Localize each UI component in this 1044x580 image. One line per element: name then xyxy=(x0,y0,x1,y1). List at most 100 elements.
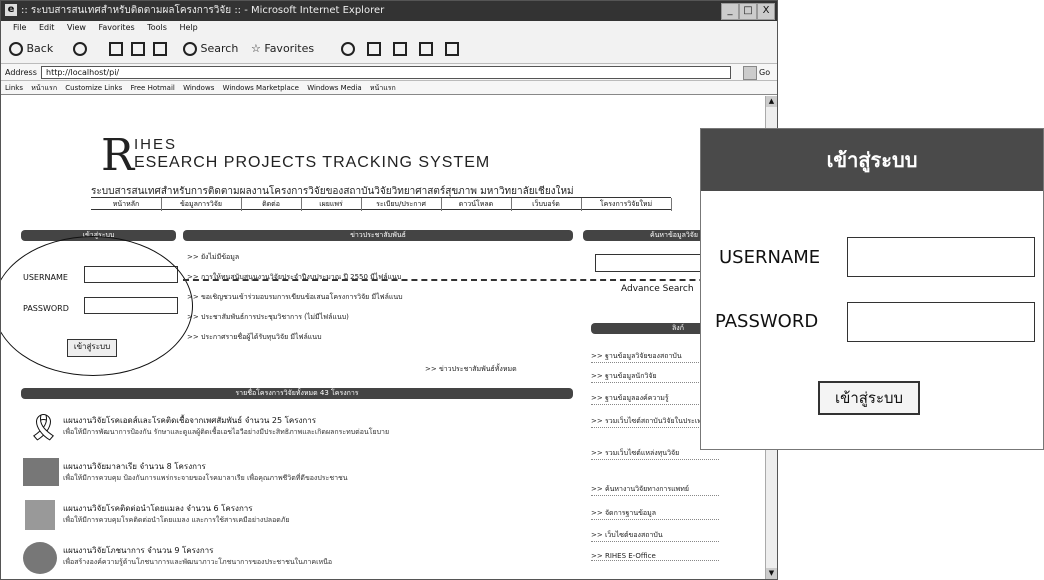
forward-arrow-icon xyxy=(73,42,87,56)
mail-button[interactable] xyxy=(367,40,381,58)
favorites-button[interactable]: ☆ Favorites xyxy=(251,40,314,58)
highlight-circle xyxy=(1,236,193,376)
projects-header: รายชื่อโครงการวิจัยทั้งหมด 43 โครงการ xyxy=(21,388,573,399)
address-label: Address xyxy=(5,68,37,77)
link-item[interactable]: Windows Media xyxy=(307,84,362,92)
links-bar: Links หน้าแรก Customize Links Free Hotma… xyxy=(1,81,777,95)
nav-contact[interactable]: ติดต่อ xyxy=(241,198,302,211)
site-logo-bottom: ESEARCH PROJECTS TRACKING SYSTEM xyxy=(134,154,491,171)
zoom-username-input[interactable] xyxy=(847,237,1035,277)
print-button[interactable] xyxy=(393,40,407,58)
stop-icon xyxy=(109,42,123,56)
project-desc: เพื่อสร้างองค์ความรู้ด้านโภชนาการและพัฒน… xyxy=(63,558,333,566)
news-item[interactable]: >> ประชาสัมพันธ์การประชุมวิชาการ (ไม่มีไ… xyxy=(187,312,349,323)
scroll-down-icon[interactable]: ▼ xyxy=(766,568,777,579)
menu-favorites[interactable]: Favorites xyxy=(99,23,135,32)
forward-button[interactable] xyxy=(73,40,87,58)
maximize-button[interactable]: □ xyxy=(739,3,757,20)
aids-ribbon-icon: 🎗 xyxy=(27,413,61,443)
side-link[interactable]: >> RIHES E-Office xyxy=(591,552,719,561)
nav-regulations[interactable]: ระเบียบ/ประกาศ xyxy=(361,198,442,211)
address-dropdown-icon[interactable] xyxy=(743,66,757,80)
link-item[interactable]: Windows Marketplace xyxy=(223,84,299,92)
zoom-password-input[interactable] xyxy=(847,302,1035,342)
page-content: R IHES ESEARCH PROJECTS TRACKING SYSTEM … xyxy=(1,96,765,579)
project-title[interactable]: แผนงานวิจัยมาลาเรีย จำนวน 8 โครงการ xyxy=(63,460,206,473)
edit-icon xyxy=(419,42,433,56)
nav-home[interactable]: หน้าหลัก xyxy=(91,198,162,211)
go-button[interactable]: Go xyxy=(759,64,770,81)
news-item[interactable]: >> ขอเชิญชวนเข้าร่วมอบรมการเขียนข้อเสนอโ… xyxy=(187,292,403,303)
links-label: Links xyxy=(5,84,23,92)
nav-new-projects[interactable]: โครงการวิจัยใหม่ xyxy=(581,198,672,211)
close-button[interactable]: X xyxy=(757,3,775,20)
home-button[interactable] xyxy=(153,40,167,58)
project-title[interactable]: แผนงานวิจัยโรคเอดส์และโรคติดเชื้อจากเพศส… xyxy=(63,414,316,427)
link-item[interactable]: หน้าแรก xyxy=(370,84,396,92)
news-item[interactable]: >> ประกาศรายชื่อผู้ได้รับทุนวิจัย มีไฟล์… xyxy=(187,332,322,343)
zoom-username-label: USERNAME xyxy=(719,247,821,268)
side-link[interactable]: >> เว็บไซต์ของสถาบัน xyxy=(591,530,719,542)
project-desc: เพื่อให้มีการพัฒนาการป้องกัน รักษาและดูแ… xyxy=(63,428,390,436)
link-item[interactable]: Customize Links xyxy=(65,84,122,92)
side-link[interactable]: >> ค้นหางานวิจัยทางการแพทย์ xyxy=(591,484,719,496)
mail-icon xyxy=(367,42,381,56)
refresh-button[interactable] xyxy=(131,40,145,58)
edit-button[interactable] xyxy=(419,40,433,58)
site-nav: หน้าหลัก ข้อมูลการวิจัย ติดต่อ เผยแพร่ ร… xyxy=(91,197,672,211)
project-title[interactable]: แผนงานวิจัยโรคติดต่อนำโดยแมลง จำนวน 6 โค… xyxy=(63,502,253,515)
menu-help[interactable]: Help xyxy=(179,23,197,32)
link-item[interactable]: Windows xyxy=(183,84,214,92)
stop-button[interactable] xyxy=(109,40,123,58)
project-desc: เพื่อให้มีการควบคุม ป้องกันการแพร่กระจาย… xyxy=(63,474,348,482)
toolbar: Back Search ☆ Favorites xyxy=(1,34,777,64)
menu-tools[interactable]: Tools xyxy=(147,23,167,32)
nav-publish[interactable]: เผยแพร่ xyxy=(301,198,362,211)
back-arrow-icon xyxy=(9,42,23,56)
star-icon: ☆ xyxy=(251,42,261,55)
zoomed-login-panel: เข้าสู่ระบบ USERNAME PASSWORD เข้าสู่ระบ… xyxy=(700,128,1044,450)
menu-view[interactable]: View xyxy=(67,23,86,32)
scroll-up-icon[interactable]: ▲ xyxy=(766,96,777,107)
history-button[interactable] xyxy=(341,40,355,58)
browser-window: e :: ระบบสารสนเทศสำหรับติดตามผลโครงการวิ… xyxy=(0,0,778,580)
news-item[interactable]: >> ยังไม่มีข้อมูล xyxy=(187,252,239,263)
link-item[interactable]: Free Hotmail xyxy=(130,84,174,92)
side-link[interactable]: >> จัดการฐานข้อมูล xyxy=(591,508,719,520)
title-bar: e :: ระบบสารสนเทศสำหรับติดตามผลโครงการวิ… xyxy=(1,1,777,21)
search-icon xyxy=(183,42,197,56)
print-icon xyxy=(393,42,407,56)
news-more-link[interactable]: >> ข่าวประชาสัมพันธ์ทั้งหมด xyxy=(425,364,517,375)
home-icon xyxy=(153,42,167,56)
refresh-icon xyxy=(131,42,145,56)
discuss-button[interactable] xyxy=(445,40,459,58)
nav-download[interactable]: ดาวน์โหลด xyxy=(441,198,512,211)
advance-search-link[interactable]: Advance Search xyxy=(621,284,694,294)
dashed-divider xyxy=(183,279,765,281)
address-input[interactable]: http://localhost/pi/ xyxy=(41,66,731,79)
menu-edit[interactable]: Edit xyxy=(39,23,55,32)
back-button[interactable]: Back xyxy=(9,40,53,58)
ie-icon: e xyxy=(5,4,17,16)
nav-webboard[interactable]: เว็บบอร์ด xyxy=(511,198,582,211)
project-title[interactable]: แผนงานวิจัยโภชนาการ จำนวน 9 โครงการ xyxy=(63,544,213,557)
window-title: :: ระบบสารสนเทศสำหรับติดตามผลโครงการวิจั… xyxy=(21,5,385,16)
site-logo-top: IHES xyxy=(134,136,178,153)
nav-research[interactable]: ข้อมูลการวิจัย xyxy=(161,198,242,211)
search-button[interactable]: Search xyxy=(183,40,238,58)
project-desc: เพื่อให้มีการควบคุมโรคติดต่อนำโดยแมลง แล… xyxy=(63,516,290,524)
zoom-login-button[interactable]: เข้าสู่ระบบ xyxy=(818,381,920,415)
zoom-password-label: PASSWORD xyxy=(715,311,819,332)
address-bar: Address http://localhost/pi/ Go xyxy=(1,64,777,81)
news-item[interactable]: >> การให้ทุนสนับสนุนงานวิจัยประจำปีงบประ… xyxy=(187,272,401,283)
mosquito-image-icon xyxy=(23,458,59,486)
menu-bar: File Edit View Favorites Tools Help xyxy=(1,21,777,34)
food-image-icon xyxy=(23,542,57,574)
history-icon xyxy=(341,42,355,56)
news-header: ข่าวประชาสัมพันธ์ xyxy=(183,230,573,241)
site-logo-initial: R xyxy=(101,130,135,181)
menu-file[interactable]: File xyxy=(13,23,26,32)
zoom-login-header: เข้าสู่ระบบ xyxy=(701,129,1043,191)
link-item[interactable]: หน้าแรก xyxy=(31,84,57,92)
minimize-button[interactable]: _ xyxy=(721,3,739,20)
